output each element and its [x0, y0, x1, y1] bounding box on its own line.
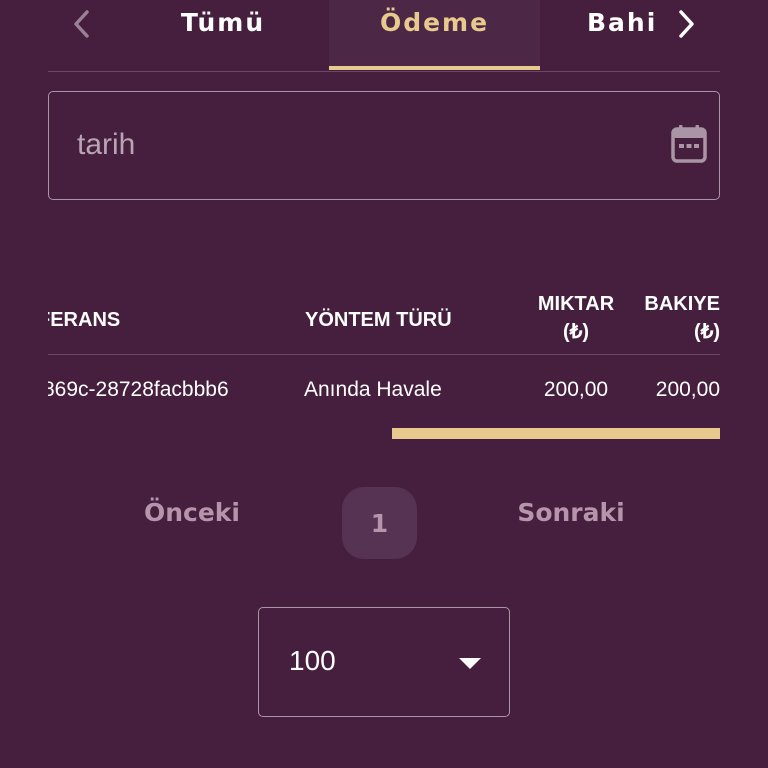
column-header-balance-label: BAKIYE — [644, 293, 720, 315]
cell-reference: -869c-28728facbbb6 — [48, 378, 229, 401]
column-header-amount: MIKTAR (₺) — [516, 290, 636, 346]
chevron-left-icon — [74, 10, 89, 38]
table-header-divider — [48, 354, 720, 355]
page-size-select[interactable]: 100 — [258, 607, 510, 717]
transactions-table: FERANS YÖNTEM TÜRÜ MIKTAR (₺) BAKIYE (₺)… — [48, 270, 720, 440]
date-filter[interactable] — [48, 91, 720, 200]
next-page-button[interactable]: Sonraki — [506, 492, 636, 532]
active-tab-indicator — [329, 66, 540, 70]
column-header-reference: FERANS — [48, 309, 121, 331]
tabs-divider — [48, 71, 720, 72]
tabs-scroll-left-button[interactable] — [64, 6, 100, 42]
chevron-right-icon — [679, 10, 694, 38]
cell-method: Anında Havale — [304, 378, 442, 401]
table-horizontal-scrollbar[interactable] — [392, 428, 720, 439]
date-input[interactable] — [77, 119, 637, 171]
caret-down-icon — [459, 658, 481, 669]
column-header-amount-unit: (₺) — [562, 321, 590, 343]
page-size-value: 100 — [289, 645, 336, 676]
cell-amount: 200,00 — [543, 378, 609, 401]
previous-page-button[interactable]: Önceki — [132, 492, 252, 532]
transactions-page: Tümü Ödeme Bahi FERANS YÖN — [0, 0, 768, 768]
column-header-balance-unit: (₺) — [693, 321, 720, 343]
tab-all[interactable]: Tümü — [150, 0, 296, 70]
tab-bets-label: Bahi — [587, 8, 658, 37]
column-header-method: YÖNTEM TÜRÜ — [305, 309, 452, 331]
tab-bets[interactable]: Bahi — [570, 0, 666, 70]
tab-payment[interactable]: Ödeme — [329, 0, 540, 70]
tab-payment-label: Ödeme — [379, 8, 490, 37]
filter-tabs: Tümü Ödeme Bahi — [0, 0, 768, 72]
calendar-icon[interactable] — [671, 124, 707, 164]
tabs-scroll-right-button[interactable] — [668, 6, 704, 42]
current-page-number[interactable]: 1 — [342, 487, 417, 559]
cell-balance: 200,00 — [655, 378, 720, 401]
tab-all-label: Tümü — [180, 8, 266, 37]
column-header-amount-label: MIKTAR — [537, 293, 615, 315]
column-header-balance: BAKIYE (₺) — [632, 290, 720, 346]
